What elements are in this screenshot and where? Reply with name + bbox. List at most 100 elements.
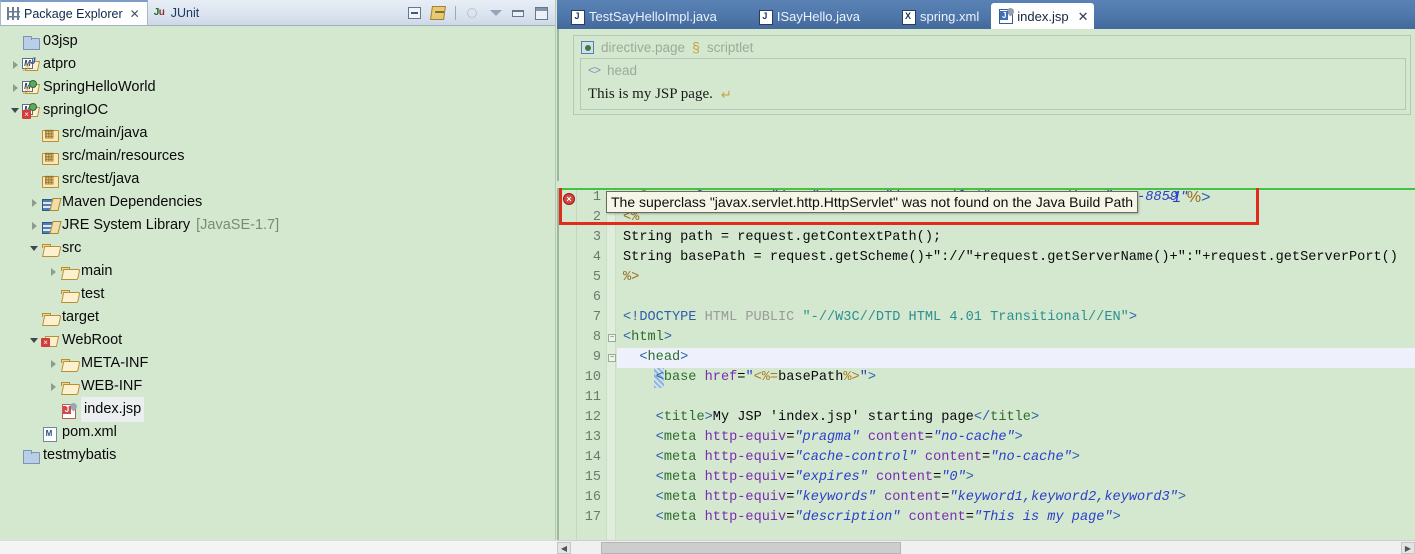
arrow-spacer <box>8 444 22 467</box>
tab-junit[interactable]: Ju JUnit <box>148 0 206 25</box>
editor-tab-isayhello-java[interactable]: ISayHello.java <box>751 4 872 29</box>
folder-icon <box>60 287 78 303</box>
tree-item-jre-system-library[interactable]: JRE System Library [JavaSE-1.7] <box>0 214 555 237</box>
fold-toggle-icon[interactable]: − <box>608 354 616 362</box>
editor-tab-testsayhelloimpl-java[interactable]: TestSayHelloImpl.java <box>563 4 729 29</box>
editor-tabbar: TestSayHelloImpl.java ISayHello.java sprin… <box>557 0 1415 29</box>
closed-project-folder-icon <box>22 34 40 50</box>
editor-tab-label: TestSayHelloImpl.java <box>589 9 717 24</box>
expand-arrow-icon[interactable] <box>46 352 60 375</box>
scrollbar-thumb[interactable] <box>601 542 901 554</box>
code-line[interactable]: <meta http-equiv="keywords" content="key… <box>617 488 1415 508</box>
java-file-icon <box>758 9 773 25</box>
scroll-left-arrow-icon[interactable]: ◀ <box>557 542 571 554</box>
code-line[interactable]: <!DOCTYPE HTML PUBLIC "-//W3C//DTD HTML … <box>617 308 1415 328</box>
tree-item-target[interactable]: target <box>0 306 555 329</box>
error-marker-icon[interactable]: × <box>563 193 575 205</box>
source-folder-icon <box>41 126 59 142</box>
code-line[interactable]: <html> <box>617 328 1415 348</box>
folding-ruler[interactable]: − − <box>606 188 664 540</box>
tree-item-main[interactable]: main <box>0 260 555 283</box>
tree-item-label: src <box>62 240 82 256</box>
collapse-all-icon[interactable] <box>406 4 425 23</box>
maven-java-project-warning-icon: M J ⚠ <box>22 56 41 73</box>
expand-arrow-icon[interactable] <box>8 53 22 76</box>
directive-row[interactable]: directive.page § scriptlet <box>574 36 1410 58</box>
folder-icon <box>60 264 78 280</box>
tree-item-maven-dependencies[interactable]: Maven Dependencies <box>0 191 555 214</box>
editor-tab-spring-xml[interactable]: spring.xml <box>894 4 991 29</box>
tree-item-testmybatis[interactable]: testmybatis <box>0 444 555 467</box>
tree-item-label: src/main/java <box>62 125 148 141</box>
code-line[interactable]: <title>My JSP 'index.jsp' starting page<… <box>617 408 1415 428</box>
tree-item-springhelloworld[interactable]: M ⚠ SpringHelloWorld <box>0 76 555 99</box>
collapse-arrow-icon[interactable] <box>27 329 41 352</box>
expand-arrow-icon[interactable] <box>46 375 60 398</box>
code-line[interactable]: <meta http-equiv="cache-control" content… <box>617 448 1415 468</box>
tree-item-label: 03jsp <box>43 33 78 49</box>
editor-tab-label: spring.xml <box>920 9 980 24</box>
jsp-source-editor[interactable]: × 1234567891011121314151617 −− <%@ page … <box>557 188 1415 540</box>
tree-item-label: atpro <box>43 56 77 72</box>
code-line[interactable]: String basePath = request.getScheme()+":… <box>617 248 1415 268</box>
expand-arrow-icon[interactable] <box>27 214 41 237</box>
tree-item-src-main-resources[interactable]: src/main/resources <box>0 145 555 168</box>
collapse-arrow-icon[interactable] <box>27 237 41 260</box>
link-with-editor-icon[interactable] <box>429 4 448 23</box>
expand-arrow-icon[interactable] <box>46 260 60 283</box>
library-icon <box>41 195 59 211</box>
arrow-spacer <box>27 122 41 145</box>
marker-ruler[interactable]: × <box>561 188 577 540</box>
head-row[interactable]: <> head <box>581 59 1405 81</box>
tree-item-src-main-java[interactable]: src/main/java <box>0 122 555 145</box>
project-tree[interactable]: 03jspMJ⚠atproM⚠SpringHelloWorldM×springI… <box>0 26 555 554</box>
tree-item-web-inf[interactable]: WEB-INF <box>0 375 555 398</box>
close-icon[interactable]: ✕ <box>1078 10 1089 23</box>
code-line[interactable]: <meta http-equiv="pragma" content="no-ca… <box>617 428 1415 448</box>
tree-item-webroot[interactable]: × WebRoot <box>0 329 555 352</box>
line-number: 4 <box>592 250 601 265</box>
line-number: 3 <box>592 230 601 245</box>
tree-item-03jsp[interactable]: 03jsp <box>0 30 555 53</box>
line-number: 9 <box>592 350 601 365</box>
source-folder-icon <box>41 149 59 165</box>
view-menu-icon[interactable] <box>486 4 505 23</box>
collapse-arrow-icon[interactable] <box>8 99 22 122</box>
expand-arrow-icon[interactable] <box>8 76 22 99</box>
maximize-icon[interactable] <box>532 4 551 23</box>
tree-item-atpro[interactable]: M J ⚠ atpro <box>0 53 555 76</box>
fold-toggle-icon[interactable]: − <box>608 334 616 342</box>
line-number: 8 <box>592 330 601 345</box>
line1-tail: -1"%> <box>1167 189 1211 206</box>
tab-package-explorer[interactable]: Package Explorer ✕ <box>0 0 148 25</box>
tree-item-pom-xml[interactable]: pom.xml <box>0 421 555 444</box>
code-line[interactable]: <meta http-equiv="expires" content="0"> <box>617 468 1415 488</box>
code-line[interactable]: <base href="<%=basePath%>"> <box>617 368 1415 388</box>
code-line[interactable] <box>617 288 1415 308</box>
folder-icon <box>60 356 78 372</box>
error-tooltip: The superclass "javax.servlet.http.HttpS… <box>606 191 1138 213</box>
line-number: 13 <box>584 430 601 445</box>
tree-item-src[interactable]: src <box>0 237 555 260</box>
tree-item-src-test-java[interactable]: src/test/java <box>0 168 555 191</box>
line-number: 5 <box>592 270 601 285</box>
close-icon[interactable]: ✕ <box>130 8 140 20</box>
tree-item-meta-inf[interactable]: META-INF <box>0 352 555 375</box>
code-line[interactable]: %> <box>617 268 1415 288</box>
code-line[interactable]: String path = request.getContextPath(); <box>617 228 1415 248</box>
scroll-right-arrow-icon[interactable]: ▶ <box>1401 542 1415 554</box>
code-line[interactable]: <meta http-equiv="description" content="… <box>617 508 1415 528</box>
code-line[interactable]: <head> <box>617 348 1415 368</box>
tree-item-springioc[interactable]: M×springIOC <box>0 99 555 122</box>
editor-horizontal-scrollbar[interactable]: ◀ ▶ <box>557 540 1415 554</box>
tree-item-index-jsp[interactable]: index.jsp <box>0 397 555 422</box>
tree-item-test[interactable]: test <box>0 283 555 306</box>
minimize-icon[interactable] <box>509 4 528 23</box>
expand-arrow-icon[interactable] <box>27 191 41 214</box>
view-tabbar: Package Explorer ✕ Ju JUnit <box>0 0 555 26</box>
tree-item-label: src/test/java <box>62 171 140 187</box>
code-line[interactable] <box>617 388 1415 408</box>
code-lines[interactable]: <%@ page language="java" import="java.ut… <box>617 188 1415 540</box>
focus-icon[interactable] <box>463 4 482 23</box>
editor-tab-index-jsp[interactable]: index.jsp ✕ <box>991 3 1095 29</box>
